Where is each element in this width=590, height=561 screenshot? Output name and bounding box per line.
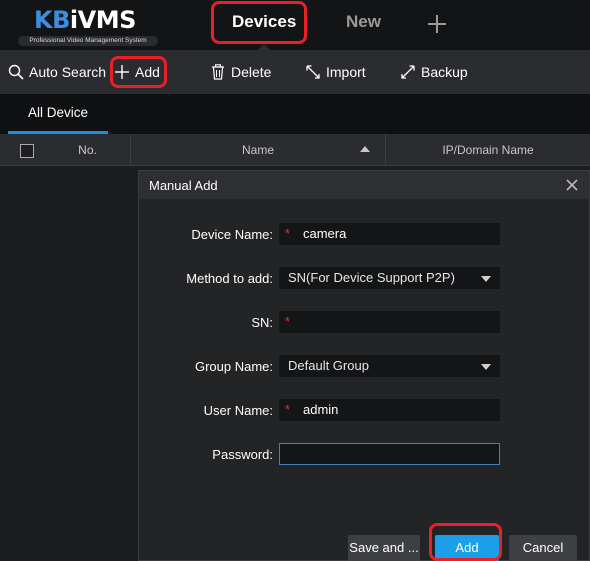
group-name-label: Group Name: (194, 359, 273, 374)
device-table-header: No. Name IP/Domain Name (0, 134, 590, 166)
sn-label: SN: (251, 315, 273, 330)
tab-all-device[interactable]: All Device (8, 94, 108, 134)
backup-icon (401, 65, 415, 79)
method-select[interactable]: SN(For Device Support P2P) (279, 267, 500, 289)
column-header-ip[interactable]: IP/Domain Name (386, 134, 590, 166)
backup-button[interactable]: Backup (400, 64, 468, 80)
plus-icon[interactable] (427, 14, 447, 34)
delete-button[interactable]: Delete (210, 64, 271, 80)
sort-ascending-icon[interactable] (360, 146, 370, 152)
save-and-button[interactable]: Save and ... (348, 535, 420, 561)
dialog-title: Manual Add (149, 178, 218, 193)
column-header-no[interactable]: No. (45, 134, 130, 166)
manual-add-dialog: Manual Add Device Name: * camera Method … (138, 170, 590, 561)
toolbar: Auto Search Add Delete Import Backup (0, 50, 590, 94)
user-name-field[interactable]: * admin (279, 399, 500, 421)
highlight-add-button (110, 56, 167, 88)
auto-search-label: Auto Search (29, 64, 107, 80)
chevron-down-icon (481, 364, 491, 370)
device-tabs: All Device (0, 94, 590, 134)
backup-label: Backup (421, 64, 468, 80)
delete-label: Delete (231, 64, 272, 80)
password-field[interactable] (279, 443, 500, 465)
group-name-value: Default Group (288, 358, 369, 373)
import-button[interactable]: Import (305, 64, 366, 80)
required-mark: * (285, 226, 291, 241)
import-label: Import (326, 64, 366, 80)
highlight-add-confirm (429, 523, 502, 561)
auto-search-button[interactable]: Auto Search (8, 64, 106, 80)
trash-icon (212, 64, 224, 80)
device-name-value: camera (303, 226, 347, 241)
import-icon (306, 65, 320, 79)
dialog-header: Manual Add (139, 171, 589, 199)
app-logo: KBiVMS Professional Video Management Sys… (18, 6, 158, 46)
tab-new[interactable]: New (346, 12, 381, 32)
device-name-field[interactable]: * camera (279, 223, 500, 245)
password-label: Password: (212, 447, 273, 462)
method-value: SN(For Device Support P2P) (288, 270, 455, 285)
highlight-devices-tab (211, 1, 307, 44)
logo-wordmark: KBiVMS (34, 6, 136, 34)
method-label: Method to add: (186, 271, 273, 286)
user-name-label: User Name: (203, 403, 273, 418)
required-mark: * (285, 402, 291, 417)
device-name-label: Device Name: (191, 227, 273, 242)
cancel-button[interactable]: Cancel (509, 535, 577, 561)
close-icon[interactable] (565, 178, 579, 192)
user-name-value: admin (303, 402, 339, 417)
group-name-select[interactable]: Default Group (279, 355, 500, 377)
logo-tagline: Professional Video Management System (18, 36, 158, 46)
sn-field[interactable]: * (279, 311, 500, 333)
required-mark: * (285, 314, 291, 329)
search-icon (8, 64, 24, 80)
column-header-name[interactable]: Name (130, 134, 386, 166)
chevron-down-icon (481, 276, 491, 282)
select-all-checkbox[interactable] (20, 144, 34, 158)
